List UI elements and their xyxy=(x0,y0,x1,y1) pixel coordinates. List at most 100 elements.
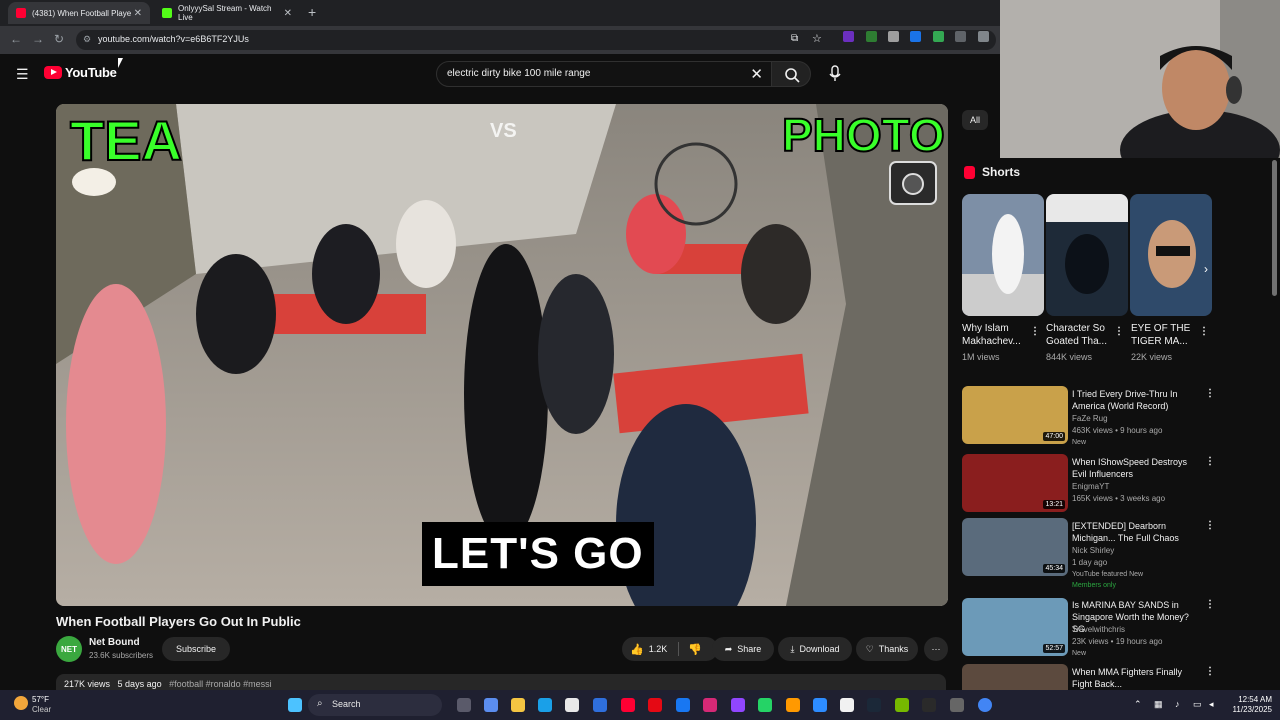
extension-icon[interactable] xyxy=(888,31,899,42)
video-title[interactable]: [EXTENDED] Dearborn Michigan... The Full… xyxy=(1072,520,1202,544)
share-button[interactable]: ➦ Share xyxy=(712,637,774,661)
video-thumbnail[interactable] xyxy=(962,664,1068,690)
network-icon[interactable]: ▦ xyxy=(1154,699,1163,710)
address-bar[interactable]: ⚙ youtube.com/watch?v=e6B6TF2YJUs ⧉ ☆ xyxy=(76,30,996,50)
twitch-icon[interactable] xyxy=(731,698,745,712)
forward-icon[interactable]: → xyxy=(32,32,44,46)
install-icon[interactable]: ⧉ xyxy=(791,33,798,44)
short-thumbnail[interactable] xyxy=(962,194,1044,316)
tab-kick-stream[interactable]: OnlyyySal Stream - Watch Live ✕ xyxy=(154,2,300,24)
task-view-icon[interactable] xyxy=(457,698,471,712)
short-thumbnail[interactable] xyxy=(1130,194,1212,316)
taskbar-search[interactable]: ⌕ Search xyxy=(308,694,442,716)
new-tab-icon[interactable]: + xyxy=(308,4,316,20)
short-title[interactable]: Why Islam Makhachev... xyxy=(962,322,1032,348)
extension-icon[interactable] xyxy=(978,31,989,42)
chevron-up-icon[interactable]: ⌃ xyxy=(1134,699,1142,710)
youtube-icon[interactable] xyxy=(621,698,635,712)
steam-icon[interactable] xyxy=(867,698,881,712)
dislike-icon[interactable]: 👎 xyxy=(688,643,702,656)
extension-icon[interactable] xyxy=(866,31,877,42)
app-icon[interactable] xyxy=(840,698,854,712)
weather-description[interactable]: Clear xyxy=(32,705,51,714)
short-title[interactable]: EYE OF THE TIGER MA... xyxy=(1131,322,1201,348)
extension-icon[interactable] xyxy=(910,31,921,42)
more-vert-icon[interactable]: ⋮ xyxy=(1199,326,1209,337)
channel-name[interactable]: EnigmaYT xyxy=(1072,482,1109,491)
like-icon[interactable]: 👍 xyxy=(630,643,644,656)
close-icon[interactable]: ✕ xyxy=(284,8,292,19)
download-button[interactable]: ⤓ Download xyxy=(778,637,852,661)
reload-icon[interactable]: ↻ xyxy=(54,32,64,46)
more-vert-icon[interactable]: ⋮ xyxy=(1205,599,1215,610)
channel-name[interactable]: Travelwithchris xyxy=(1072,625,1125,634)
chevron-right-icon[interactable]: › xyxy=(1204,262,1208,276)
youtube-logo-text[interactable]: YouTube xyxy=(65,65,117,80)
edge-icon[interactable] xyxy=(538,698,552,712)
facebook-icon[interactable] xyxy=(676,698,690,712)
video-title[interactable]: When IShowSpeed Destroys Evil Influencer… xyxy=(1072,456,1202,480)
like-count[interactable]: 1.2K xyxy=(649,644,668,654)
hashtags[interactable]: #football #ronaldo #messi xyxy=(169,679,272,689)
display-icon[interactable]: ▭ xyxy=(1193,699,1202,710)
close-icon[interactable]: ✕ xyxy=(134,8,142,19)
amazon-icon[interactable] xyxy=(786,698,800,712)
subscribe-button[interactable]: Subscribe xyxy=(162,637,230,661)
mail-icon[interactable] xyxy=(593,698,607,712)
system-clock[interactable]: 12:54 AM 11/23/2025 xyxy=(1224,695,1272,715)
store-icon[interactable] xyxy=(565,698,579,712)
filter-chip-all[interactable]: All xyxy=(962,110,988,130)
more-actions-button[interactable]: ⋯ xyxy=(924,637,948,661)
video-title[interactable]: When MMA Fighters Finally Fight Back... xyxy=(1072,666,1202,690)
copilot-icon[interactable] xyxy=(484,698,498,712)
more-vert-icon[interactable]: ⋮ xyxy=(1205,520,1215,531)
video-title[interactable]: I Tried Every Drive-Thru In America (Wor… xyxy=(1072,388,1202,412)
extension-icon[interactable] xyxy=(933,31,944,42)
youtube-logo-icon[interactable] xyxy=(44,66,62,79)
thanks-button[interactable]: ♡ Thanks xyxy=(856,637,918,661)
microphone-icon[interactable]: ♪ xyxy=(1175,699,1180,709)
clear-search-icon[interactable]: ✕ xyxy=(750,65,763,83)
channel-name[interactable]: FaZe Rug xyxy=(1072,414,1108,423)
more-vert-icon[interactable]: ⋮ xyxy=(1030,326,1040,337)
channel-avatar[interactable]: NET xyxy=(56,636,82,662)
tab-youtube-video[interactable]: (4381) When Football Playe ✕ xyxy=(8,2,150,24)
search-input[interactable]: electric dirty bike 100 mile range ✕ xyxy=(436,61,772,87)
app-icon[interactable] xyxy=(813,698,827,712)
channel-name[interactable]: Nick Shirley xyxy=(1072,546,1114,555)
instagram-icon[interactable] xyxy=(703,698,717,712)
epic-games-icon[interactable] xyxy=(922,698,936,712)
weather-temperature[interactable]: 57°F xyxy=(32,695,49,704)
short-thumbnail[interactable] xyxy=(1046,194,1128,316)
nvidia-icon[interactable] xyxy=(895,698,909,712)
video-thumbnail[interactable]: 45:34 xyxy=(962,518,1068,576)
search-button[interactable] xyxy=(771,61,811,87)
more-vert-icon[interactable]: ⋮ xyxy=(1205,456,1215,467)
back-icon[interactable]: ← xyxy=(10,32,22,46)
hamburger-menu-icon[interactable]: ☰ xyxy=(16,66,29,83)
netflix-icon[interactable] xyxy=(648,698,662,712)
site-info-icon[interactable]: ⚙ xyxy=(83,34,91,45)
scrollbar[interactable] xyxy=(1272,160,1277,296)
bookmark-star-icon[interactable]: ☆ xyxy=(812,32,822,45)
short-title[interactable]: Character So Goated Tha... xyxy=(1046,322,1116,348)
more-vert-icon[interactable]: ⋮ xyxy=(1205,388,1215,399)
volume-icon[interactable]: ◂ xyxy=(1209,699,1214,710)
voice-search-button[interactable] xyxy=(824,63,846,85)
share-label: Share xyxy=(737,644,762,654)
chrome-icon[interactable] xyxy=(978,698,992,712)
channel-name[interactable]: Net Bound xyxy=(89,637,140,648)
video-player[interactable]: TEA VS PHOTO LET'S GO xyxy=(56,104,948,606)
windows-start-icon[interactable] xyxy=(288,698,302,712)
extension-icon[interactable] xyxy=(843,31,854,42)
video-thumbnail[interactable]: 52:57 xyxy=(962,598,1068,656)
video-thumbnail[interactable]: 13:21 xyxy=(962,454,1068,512)
weather-icon[interactable] xyxy=(14,696,28,710)
whatsapp-icon[interactable] xyxy=(758,698,772,712)
more-vert-icon[interactable]: ⋮ xyxy=(1205,666,1215,677)
obs-icon[interactable] xyxy=(950,698,964,712)
file-explorer-icon[interactable] xyxy=(511,698,525,712)
video-thumbnail[interactable]: 47:00 xyxy=(962,386,1068,444)
download-icon[interactable] xyxy=(955,31,966,42)
more-vert-icon[interactable]: ⋮ xyxy=(1114,326,1124,337)
